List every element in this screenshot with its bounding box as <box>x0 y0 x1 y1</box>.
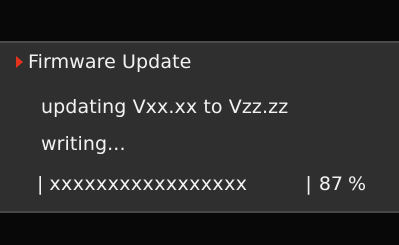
firmware-update-dialog: Firmware Update updating Vxx.xx to Vzz.z… <box>0 41 399 213</box>
progress-percentage: 87 % <box>319 173 366 195</box>
progress-fill-text: xxxxxxxxxxxxxxxxx <box>49 173 248 195</box>
progress-value: 87 <box>318 173 343 195</box>
selection-marker-icon <box>16 56 23 68</box>
dialog-title: Firmware Update <box>28 51 192 73</box>
progress-left-divider: | <box>37 173 44 195</box>
progress-indicator: | xxxxxxxxxxxxxxxxx | 87 % <box>37 170 382 198</box>
update-phase-text: writing... <box>41 133 126 155</box>
progress-right-divider: | <box>305 173 312 195</box>
dialog-header: Firmware Update <box>16 48 191 76</box>
update-status-text: updating Vxx.xx to Vzz.zz <box>41 96 289 118</box>
progress-unit: % <box>348 173 367 195</box>
